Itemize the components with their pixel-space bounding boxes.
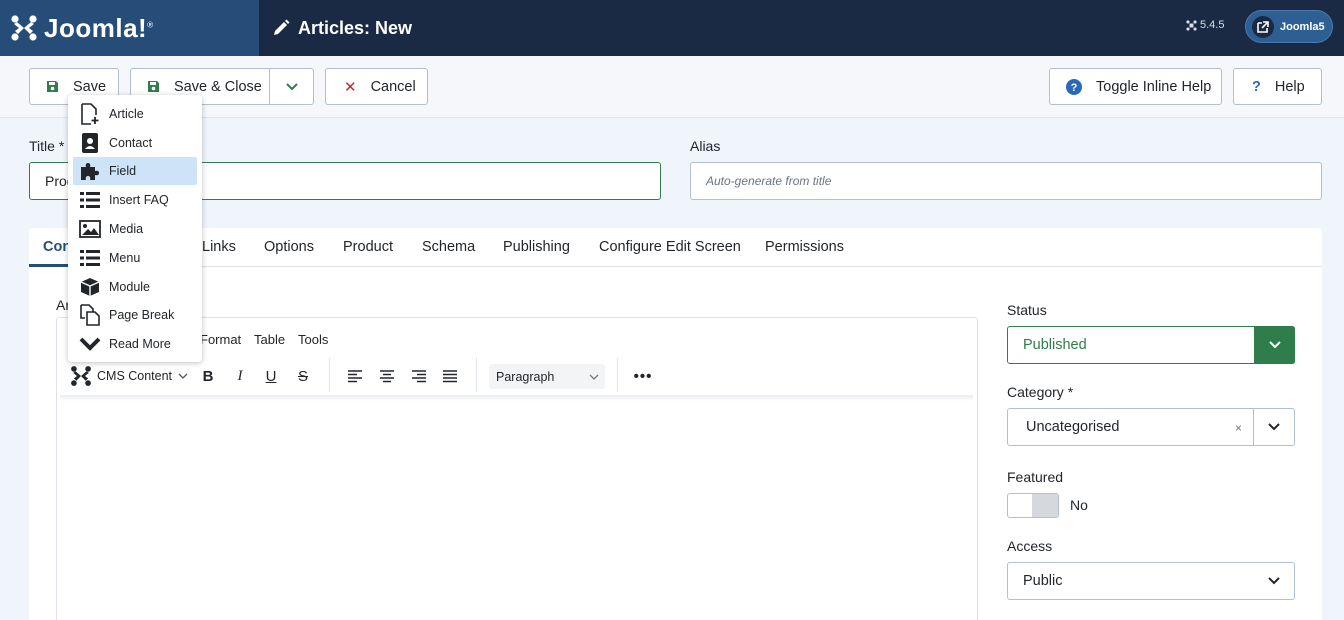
toggle-knob xyxy=(1032,494,1058,517)
featured-label: Featured xyxy=(1007,469,1064,485)
external-link-icon xyxy=(1252,15,1274,38)
svg-text:?: ? xyxy=(1071,82,1078,94)
list-icon xyxy=(79,247,101,269)
menu-item-article[interactable]: Article xyxy=(73,100,197,128)
header: Joomla!® Articles: New 5.4.5 Joomla5 xyxy=(0,0,1344,56)
tab-configure-edit-screen[interactable]: Configure Edit Screen xyxy=(599,239,741,255)
chevron-down-icon xyxy=(285,82,298,90)
joomla-small-icon xyxy=(1186,19,1197,31)
joomla-icon xyxy=(71,366,91,386)
alias-input[interactable]: Auto-generate from title xyxy=(690,162,1322,200)
menu-item-insert-faq[interactable]: Insert FAQ xyxy=(73,186,197,214)
cms-content-button[interactable]: CMS Content xyxy=(70,365,192,387)
featured-toggle[interactable] xyxy=(1007,493,1059,518)
access-select[interactable]: Public xyxy=(1007,562,1295,600)
list-icon xyxy=(79,189,101,211)
tab-product[interactable]: Product xyxy=(343,239,393,255)
version-label: 5.4.5 xyxy=(1186,19,1224,31)
menu-item-field[interactable]: Field xyxy=(73,157,197,185)
cancel-button[interactable]: ✕ Cancel xyxy=(325,68,428,105)
strikethrough-icon[interactable]: S xyxy=(293,365,313,387)
save-icon xyxy=(147,80,160,93)
tab-content[interactable]: Con xyxy=(43,239,71,255)
tab-bar: Con Links Options Product Schema Publish… xyxy=(29,228,1322,267)
menubar-format[interactable]: Format xyxy=(200,332,241,347)
tinymce-editor[interactable] xyxy=(56,317,978,620)
help-button[interactable]: ? Help xyxy=(1233,68,1322,105)
save-icon xyxy=(46,80,59,93)
chevron-down-icon xyxy=(79,333,101,355)
tab-permissions[interactable]: Permissions xyxy=(765,239,844,255)
editor-toolbar-shadow xyxy=(60,395,973,401)
menu-item-menu[interactable]: Menu xyxy=(73,244,197,272)
question-circle-icon: ? xyxy=(1066,78,1082,95)
menu-item-module[interactable]: Module xyxy=(73,273,197,301)
paragraph-format-select[interactable]: Paragraph xyxy=(489,364,605,389)
page-title: Articles: New xyxy=(272,0,412,56)
toggle-inline-help-button[interactable]: ? Toggle Inline Help xyxy=(1049,68,1222,105)
joomla-logo[interactable]: Joomla!® xyxy=(0,0,259,56)
question-icon: ? xyxy=(1252,78,1261,95)
align-left-icon[interactable] xyxy=(345,365,365,387)
joomla-logo-icon xyxy=(11,15,37,41)
italic-icon[interactable]: I xyxy=(230,365,250,387)
file-plus-icon xyxy=(79,103,101,125)
featured-value: No xyxy=(1070,497,1088,513)
puzzle-piece-icon xyxy=(79,160,101,182)
access-label: Access xyxy=(1007,538,1053,554)
clear-icon[interactable]: × xyxy=(1235,421,1242,435)
contact-card-icon xyxy=(79,132,101,154)
tab-publishing[interactable]: Publishing xyxy=(503,239,570,255)
chevron-down-icon xyxy=(178,373,188,379)
align-center-icon[interactable] xyxy=(377,365,397,387)
view-site-button[interactable]: Joomla5 xyxy=(1245,10,1333,43)
menubar-table[interactable]: Table xyxy=(254,332,285,347)
bold-icon[interactable]: B xyxy=(198,365,218,387)
align-justify-icon[interactable] xyxy=(440,365,460,387)
pencil-icon xyxy=(274,19,290,35)
alias-label: Alias xyxy=(690,138,721,154)
category-label: Category * xyxy=(1007,384,1074,400)
cube-icon xyxy=(79,276,101,298)
chevron-down-icon xyxy=(1253,409,1294,445)
cms-content-dropdown: Article Contact Field Insert FAQ Media M… xyxy=(68,95,202,362)
image-icon xyxy=(79,218,101,240)
toolbar-divider xyxy=(476,358,477,392)
status-label: Status xyxy=(1007,302,1047,318)
title-label: Title * xyxy=(29,138,65,154)
logo-text: Joomla!® xyxy=(44,12,154,43)
chevron-down-icon xyxy=(1253,563,1294,599)
tab-options[interactable]: Options xyxy=(264,239,314,255)
category-select[interactable]: Uncategorised × xyxy=(1007,408,1295,446)
toolbar-divider xyxy=(617,358,618,392)
toolbar-divider xyxy=(329,358,330,392)
save-options-dropdown[interactable] xyxy=(269,68,314,105)
close-icon: ✕ xyxy=(344,78,357,96)
menu-item-contact[interactable]: Contact xyxy=(73,129,197,157)
page-break-icon xyxy=(79,304,101,326)
more-options-icon[interactable]: ••• xyxy=(632,365,654,387)
menu-item-read-more[interactable]: Read More xyxy=(73,330,197,358)
tab-links[interactable]: Links xyxy=(202,239,236,255)
align-right-icon[interactable] xyxy=(409,365,429,387)
status-select[interactable]: Published xyxy=(1007,326,1295,364)
menu-item-media[interactable]: Media xyxy=(73,215,197,243)
menu-item-page-break[interactable]: Page Break xyxy=(73,301,197,329)
underline-icon[interactable]: U xyxy=(261,365,281,387)
menubar-tools[interactable]: Tools xyxy=(298,332,328,347)
chevron-down-icon xyxy=(589,374,599,380)
tab-schema[interactable]: Schema xyxy=(422,239,475,255)
chevron-down-icon xyxy=(1254,326,1295,364)
